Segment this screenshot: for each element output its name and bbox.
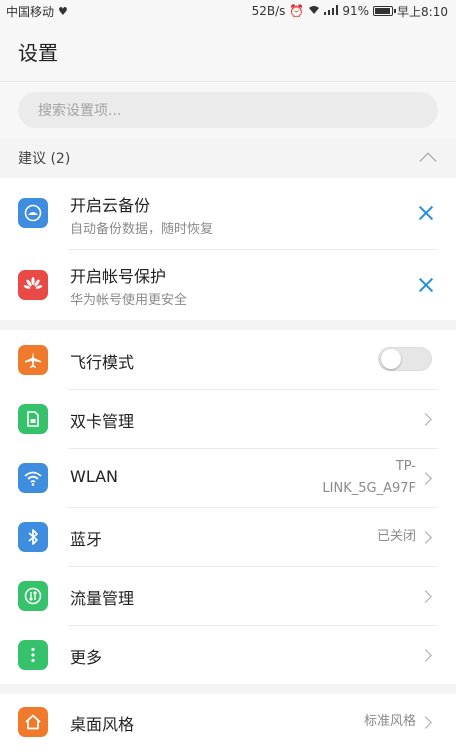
cloud-backup-icon	[18, 198, 48, 228]
suggestion-subtitle: 华为帐号使用更安全	[70, 293, 188, 308]
alarm-icon: ⏰	[289, 4, 305, 18]
app-header: 设置	[0, 22, 456, 82]
home-style-value: 标准风格	[363, 714, 416, 729]
wlan-network-name: TP- LINK_5G_A97F	[322, 456, 416, 500]
wifi-icon	[18, 463, 48, 493]
settings-item-label: WLAN	[70, 467, 119, 486]
bluetooth-status: 已关闭	[376, 529, 416, 544]
sim-card-icon	[18, 404, 48, 434]
settings-item-home-style[interactable]: 桌面风格 标准风格	[0, 694, 456, 752]
bluetooth-icon	[18, 522, 48, 552]
settings-item-wlan[interactable]: WLAN TP- LINK_5G_A97F	[0, 449, 456, 507]
settings-item-data-usage[interactable]: 流量管理	[0, 567, 456, 625]
search-input[interactable]: 搜索设置项...	[18, 92, 438, 128]
battery-icon	[373, 6, 397, 16]
settings-item-label: 蓝牙	[70, 530, 103, 549]
chevron-right-icon	[419, 472, 432, 485]
chevron-right-icon	[419, 531, 432, 544]
network-settings-card: 飞行模式 双卡管理 WLAN TP- LINK_5G_A97F 蓝牙 已关闭 流…	[0, 330, 456, 684]
wifi-status-icon	[308, 4, 320, 18]
data-usage-icon	[18, 581, 48, 611]
settings-item-bluetooth[interactable]: 蓝牙 已关闭	[0, 508, 456, 566]
chevron-right-icon	[419, 590, 432, 603]
search-bar: 搜索设置项...	[0, 82, 456, 138]
suggestions-header[interactable]: 建议 (2)	[0, 140, 456, 176]
suggestion-title: 开启云备份	[70, 196, 151, 215]
display-settings-card: 桌面风格 标准风格	[0, 694, 456, 754]
more-icon	[18, 640, 48, 670]
settings-item-label: 桌面风格	[70, 715, 135, 734]
heart-icon: ♥	[58, 4, 68, 18]
settings-item-dual-sim[interactable]: 双卡管理	[0, 390, 456, 448]
suggestion-cloud-backup[interactable]: 开启云备份 自动备份数据，随时恢复	[0, 178, 456, 249]
page-title: 设置	[18, 41, 58, 65]
huawei-icon	[18, 270, 48, 300]
toggle-knob	[381, 349, 401, 369]
settings-item-more[interactable]: 更多	[0, 626, 456, 684]
battery-percent: 91%	[342, 4, 370, 18]
settings-item-label: 飞行模式	[70, 353, 135, 372]
settings-item-label: 更多	[70, 648, 103, 667]
suggestion-subtitle: 自动备份数据，随时恢复	[70, 222, 214, 237]
home-icon	[18, 707, 48, 737]
wlan-name-line: TP-	[395, 459, 416, 474]
settings-item-label: 流量管理	[70, 589, 135, 608]
airplane-icon	[18, 345, 48, 375]
suggestion-account-protection[interactable]: 开启帐号保护 华为帐号使用更安全	[0, 250, 456, 320]
clock: 早上8:10	[397, 4, 448, 19]
status-bar: 中国移动 ♥ 52B/s ⏰ 91% 早上8:10	[0, 0, 456, 22]
chevron-right-icon	[419, 413, 432, 426]
chevron-right-icon	[419, 716, 432, 729]
suggestions-card: 开启云备份 自动备份数据，随时恢复 开启帐号保护 华为帐号使用更安全	[0, 178, 456, 320]
suggestions-label: 建议 (2)	[18, 151, 71, 167]
signal-icon	[324, 4, 339, 18]
wlan-name-line: LINK_5G_A97F	[322, 481, 416, 496]
carrier-label: 中国移动	[6, 4, 55, 19]
suggestion-title: 开启帐号保护	[70, 267, 167, 286]
settings-item-label: 双卡管理	[70, 412, 135, 431]
settings-item-airplane-mode[interactable]: 飞行模式	[0, 330, 456, 389]
dismiss-icon[interactable]	[418, 205, 434, 221]
search-placeholder: 搜索设置项...	[38, 103, 122, 119]
chevron-up-icon[interactable]	[419, 152, 437, 169]
network-speed: 52B/s	[251, 4, 286, 18]
dismiss-icon[interactable]	[418, 277, 434, 293]
chevron-right-icon	[419, 649, 432, 662]
airplane-mode-toggle[interactable]	[378, 347, 432, 371]
